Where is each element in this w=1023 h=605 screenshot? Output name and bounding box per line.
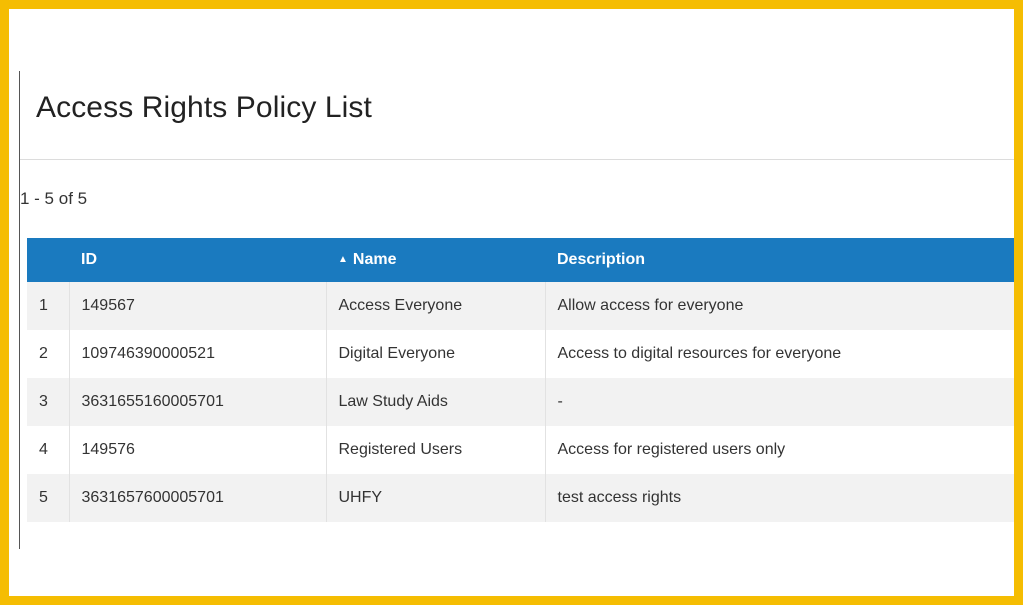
table-header-row: ID ▲ Name Description (27, 238, 1014, 282)
table-row[interactable]: 1 149567 Access Everyone Allow access fo… (27, 282, 1014, 330)
column-header-id-label: ID (81, 251, 97, 268)
table-body: 1 149567 Access Everyone Allow access fo… (27, 282, 1014, 522)
row-number: 4 (39, 441, 48, 458)
results-count: 1 - 5 of 5 (20, 189, 88, 208)
cell-description: - (544, 378, 1014, 426)
sort-ascending-icon: ▲ (338, 254, 348, 265)
policy-table: ID ▲ Name Description 1 149567 Access Eve… (27, 238, 1014, 522)
column-header-name-label: Name (352, 251, 397, 268)
table-row[interactable]: 4 149576 Registered Users Access for reg… (27, 426, 1014, 474)
row-number: 2 (39, 345, 48, 362)
cell-id: 109746390000521 (68, 330, 326, 378)
cell-description: Access to digital resources for everyone (544, 330, 1014, 378)
cell-id: 3631657600005701 (68, 474, 326, 522)
column-header-description-label: Description (557, 251, 646, 268)
left-divider (19, 71, 20, 549)
column-header-name[interactable]: ▲ Name (326, 238, 545, 282)
column-header-description[interactable]: Description (545, 238, 1014, 282)
cell-description: Access for registered users only (544, 426, 1014, 474)
cell-name[interactable]: Access Everyone (325, 282, 545, 330)
table-header: ID ▲ Name Description (27, 238, 1014, 282)
row-number: 3 (39, 393, 48, 410)
column-header-row-number (27, 238, 69, 282)
table-row[interactable]: 2 109746390000521 Digital Everyone Acces… (27, 330, 1014, 378)
table-row[interactable]: 5 3631657600005701 UHFY test access righ… (27, 474, 1014, 522)
row-number: 1 (39, 297, 48, 314)
screenshot-frame: Access Rights Policy List 1 - 5 of 5 ID … (9, 9, 1014, 596)
cell-name[interactable]: Digital Everyone (325, 330, 545, 378)
cell-id: 149576 (68, 426, 326, 474)
cell-name[interactable]: UHFY (325, 474, 545, 522)
cell-name[interactable]: Registered Users (325, 426, 545, 474)
cell-name[interactable]: Law Study Aids (325, 378, 545, 426)
table-row[interactable]: 3 3631655160005701 Law Study Aids - (27, 378, 1014, 426)
cell-id: 3631655160005701 (68, 378, 326, 426)
cell-id: 149567 (68, 282, 326, 330)
column-header-id[interactable]: ID (69, 238, 326, 282)
title-divider (20, 159, 1014, 160)
page-title: Access Rights Policy List (36, 91, 372, 124)
cell-description: Allow access for everyone (544, 282, 1014, 330)
cell-description: test access rights (544, 474, 1014, 522)
row-number: 5 (39, 489, 48, 506)
